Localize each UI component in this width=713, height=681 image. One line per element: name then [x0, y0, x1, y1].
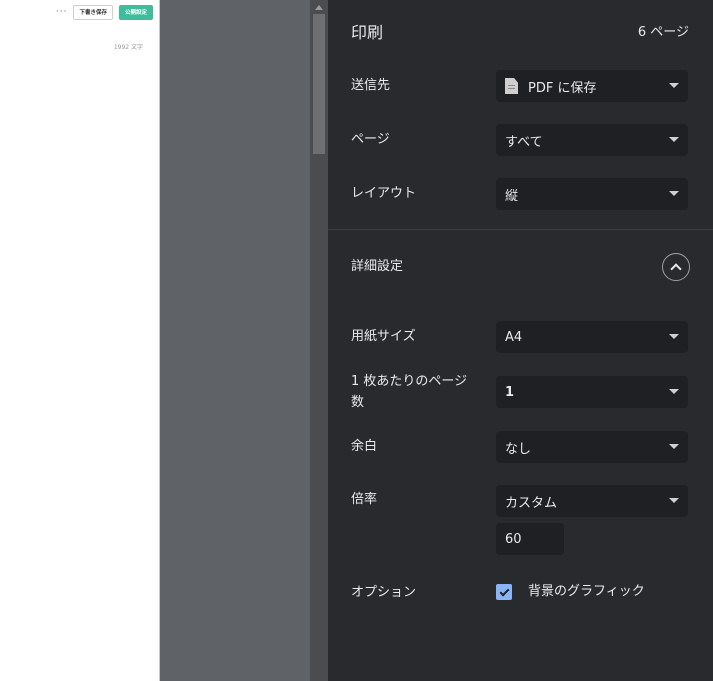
preview-page: ··· 下書き保存 公開設定 1992 文字	[0, 0, 160, 681]
check-icon	[499, 586, 509, 596]
dropdown-arrow-icon	[669, 444, 679, 449]
publish-settings-button[interactable]: 公開設定	[118, 4, 153, 20]
print-preview-area: ··· 下書き保存 公開設定 1992 文字	[0, 0, 328, 681]
layout-value: 縦	[505, 188, 519, 204]
collapse-advanced-button[interactable]	[662, 253, 690, 281]
layout-select[interactable]: 縦	[496, 178, 688, 210]
pages-per-sheet-label: 1 枚あたりのページ 数	[351, 371, 467, 413]
dropdown-arrow-icon	[669, 334, 679, 339]
background-graphics-checkbox[interactable]	[496, 584, 512, 600]
scroll-up-icon[interactable]	[310, 2, 328, 12]
margins-value: なし	[505, 441, 532, 457]
scale-label: 倍率	[351, 492, 378, 507]
paper-size-select[interactable]: A4	[496, 321, 688, 353]
margins-label: 余白	[351, 439, 378, 454]
pages-value: すべて	[505, 134, 543, 150]
scale-select[interactable]: カスタム	[496, 485, 688, 517]
dropdown-arrow-icon	[669, 83, 679, 88]
destination-select[interactable]: PDF に保存	[496, 70, 688, 102]
dropdown-arrow-icon	[669, 137, 679, 142]
panel-title: 印刷	[351, 23, 384, 42]
pages-select[interactable]: すべて	[496, 124, 688, 156]
dropdown-arrow-icon	[669, 389, 679, 394]
pages-per-sheet-select[interactable]: 1	[496, 376, 688, 408]
more-options-icon[interactable]: ···	[56, 4, 68, 20]
background-graphics-label[interactable]: 背景のグラフィック	[528, 582, 645, 602]
paper-size-label: 用紙サイズ	[351, 329, 416, 344]
editor-toolbar: ··· 下書き保存 公開設定	[56, 4, 153, 20]
margins-select[interactable]: なし	[496, 431, 688, 463]
paper-size-value: A4	[505, 329, 523, 345]
print-settings-panel: 印刷 6 ページ 送信先 PDF に保存 ページ すべて レイアウト 縦 詳細設…	[328, 0, 713, 681]
destination-label: 送信先	[351, 78, 391, 93]
pages-label: ページ	[351, 132, 390, 147]
advanced-settings-label: 詳細設定	[351, 259, 404, 274]
dropdown-arrow-icon	[669, 498, 679, 503]
scale-custom-input[interactable]	[496, 523, 564, 555]
save-draft-button[interactable]: 下書き保存	[73, 4, 113, 20]
pages-per-sheet-label-line1: 1 枚あたりのページ	[351, 374, 468, 389]
dropdown-arrow-icon	[669, 191, 679, 196]
pdf-file-icon	[505, 78, 518, 94]
destination-value: PDF に保存	[528, 80, 597, 96]
scale-value: カスタム	[505, 495, 558, 511]
layout-label: レイアウト	[351, 186, 417, 201]
word-count: 1992 文字	[113, 44, 143, 51]
chevron-up-icon	[670, 263, 682, 275]
options-label: オプション	[351, 585, 417, 600]
pages-per-sheet-label-line2: 数	[351, 395, 365, 410]
page-count: 6 ページ	[637, 25, 689, 40]
pages-per-sheet-value: 1	[505, 384, 515, 400]
section-divider	[328, 229, 713, 230]
scrollbar-thumb[interactable]	[313, 14, 325, 154]
preview-scrollbar[interactable]	[310, 0, 328, 681]
